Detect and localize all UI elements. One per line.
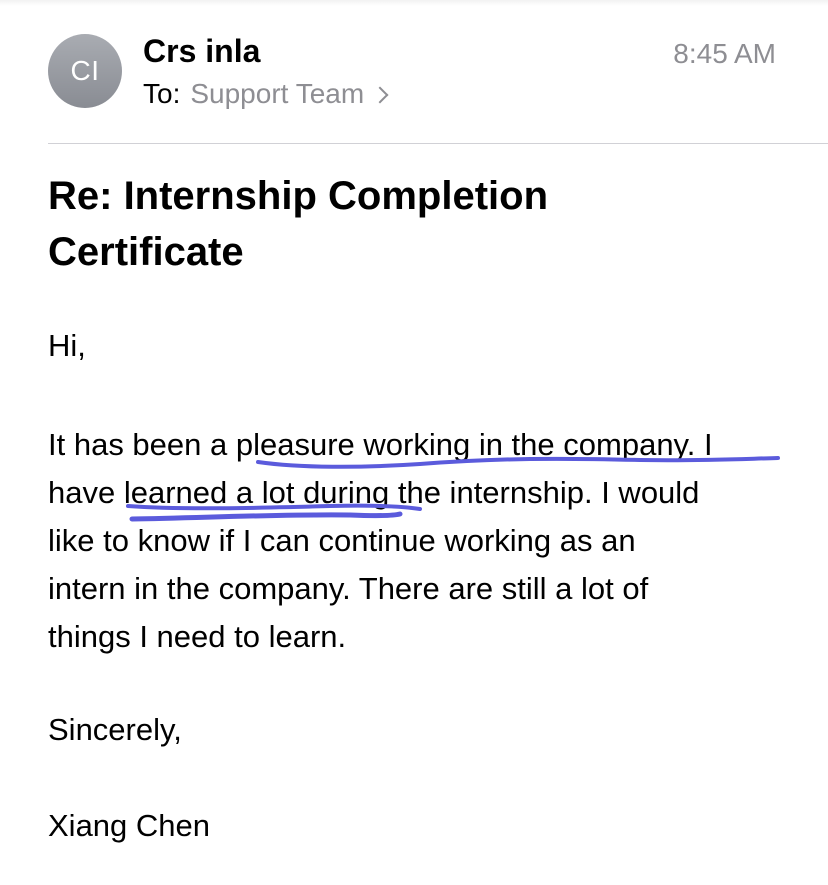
body-line: like to know if I can continue working a… [48, 523, 636, 558]
sender-name[interactable]: Crs inla [143, 33, 260, 70]
email-signature: Xiang Chen [48, 808, 211, 843]
email-greeting: Hi, [48, 328, 86, 363]
to-label: To: [143, 78, 181, 109]
body-line: intern in the company. There are still a… [48, 571, 649, 606]
email-body: It has been a pleasure working in the co… [48, 421, 808, 661]
email-subject: Re: Internship Completion Certificate [48, 174, 548, 274]
body-line: have learned a lot during the internship… [48, 475, 700, 510]
avatar-initials: CI [70, 55, 100, 86]
recipient-line[interactable]: To: Support Team [143, 78, 389, 110]
recipient-name[interactable]: Support Team [190, 78, 364, 110]
body-line: things I need to learn. [48, 619, 347, 654]
sender-avatar[interactable]: CI [48, 34, 122, 108]
email-closing: Sincerely, [48, 712, 182, 747]
top-edge-shadow [0, 0, 828, 6]
email-view: CI Crs inla To: Support Team 8:45 AM Re:… [0, 0, 828, 885]
header-divider [48, 143, 828, 144]
body-line: It has been a pleasure working in the co… [48, 427, 713, 462]
chevron-right-icon[interactable] [371, 86, 389, 104]
email-time: 8:45 AM [673, 38, 776, 69]
